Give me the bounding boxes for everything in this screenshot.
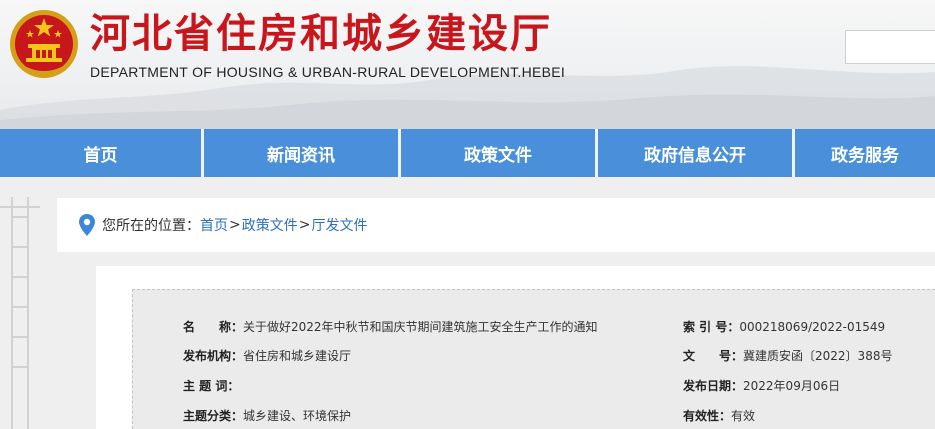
meta-index: 索 引 号： 000218069/2022-01549: [683, 318, 885, 335]
site-title: 河北省住房和城乡建设厅: [90, 11, 552, 57]
meta-validity-value: 有效: [731, 409, 756, 423]
meta-index-label: 索 引 号：: [683, 320, 740, 334]
nav-item-policy[interactable]: 政策文件: [401, 129, 598, 177]
meta-category: 主题分类： 城乡建设、环境保护: [183, 407, 351, 424]
meta-publisher-value: 省住房和城乡建设厅: [243, 349, 352, 363]
nav-item-gov-info[interactable]: 政府信息公开: [598, 129, 795, 177]
main-nav: 首页 新闻资讯 政策文件 政府信息公开 政务服务: [0, 129, 935, 177]
site-subtitle: DEPARTMENT OF HOUSING & URBAN-RURAL DEVE…: [90, 64, 566, 80]
meta-doc-no-value: 冀建质安函〔2022〕388号: [743, 349, 893, 363]
nav-item-news[interactable]: 新闻资讯: [204, 129, 401, 177]
meta-validity: 有效性： 有效: [683, 407, 755, 424]
breadcrumb-separator: >: [298, 217, 311, 233]
meta-keywords: 主 题 词：: [183, 377, 239, 394]
national-emblem-icon: [10, 10, 78, 78]
meta-category-label: 主题分类：: [183, 409, 244, 423]
meta-doc-no-label: 文 号：: [683, 349, 744, 363]
meta-date: 发布日期： 2022年09月06日: [683, 377, 840, 394]
meta-category-value: 城乡建设、环境保护: [243, 409, 352, 423]
breadcrumb-dept-docs[interactable]: 厅发文件: [311, 215, 367, 235]
nav-item-home[interactable]: 首页: [0, 129, 204, 177]
meta-keywords-label: 主 题 词：: [183, 379, 240, 393]
location-pin-icon: [79, 214, 95, 236]
meta-doc-no: 文 号： 冀建质安函〔2022〕388号: [683, 347, 892, 364]
meta-publisher-label: 发布机构：: [183, 349, 244, 363]
meta-publisher: 发布机构： 省住房和城乡建设厅: [183, 347, 351, 364]
meta-date-value: 2022年09月06日: [743, 379, 841, 393]
breadcrumb-policy[interactable]: 政策文件: [242, 215, 298, 235]
tower-decoration: [0, 197, 40, 429]
search-input[interactable]: [845, 30, 935, 64]
nav-item-services[interactable]: 政务服务: [795, 129, 935, 177]
meta-date-label: 发布日期：: [683, 379, 744, 393]
site-header: 河北省住房和城乡建设厅 DEPARTMENT OF HOUSING & URBA…: [0, 0, 935, 129]
breadcrumb-prefix: 您所在的位置：: [102, 218, 200, 234]
meta-index-value: 000218069/2022-01549: [739, 319, 886, 334]
meta-name: 名 称： 关于做好2022年中秋节和国庆节期间建筑施工安全生产工作的通知: [183, 318, 598, 335]
breadcrumb-home[interactable]: 首页: [200, 215, 228, 235]
breadcrumb-separator: >: [229, 217, 241, 233]
breadcrumb: 您所在的位置： 首页 > 政策文件 > 厅发文件: [57, 198, 935, 252]
meta-name-label: 名 称：: [183, 320, 244, 334]
meta-validity-label: 有效性：: [683, 409, 732, 423]
meta-name-value: 关于做好2022年中秋节和国庆节期间建筑施工安全生产工作的通知: [243, 320, 598, 334]
